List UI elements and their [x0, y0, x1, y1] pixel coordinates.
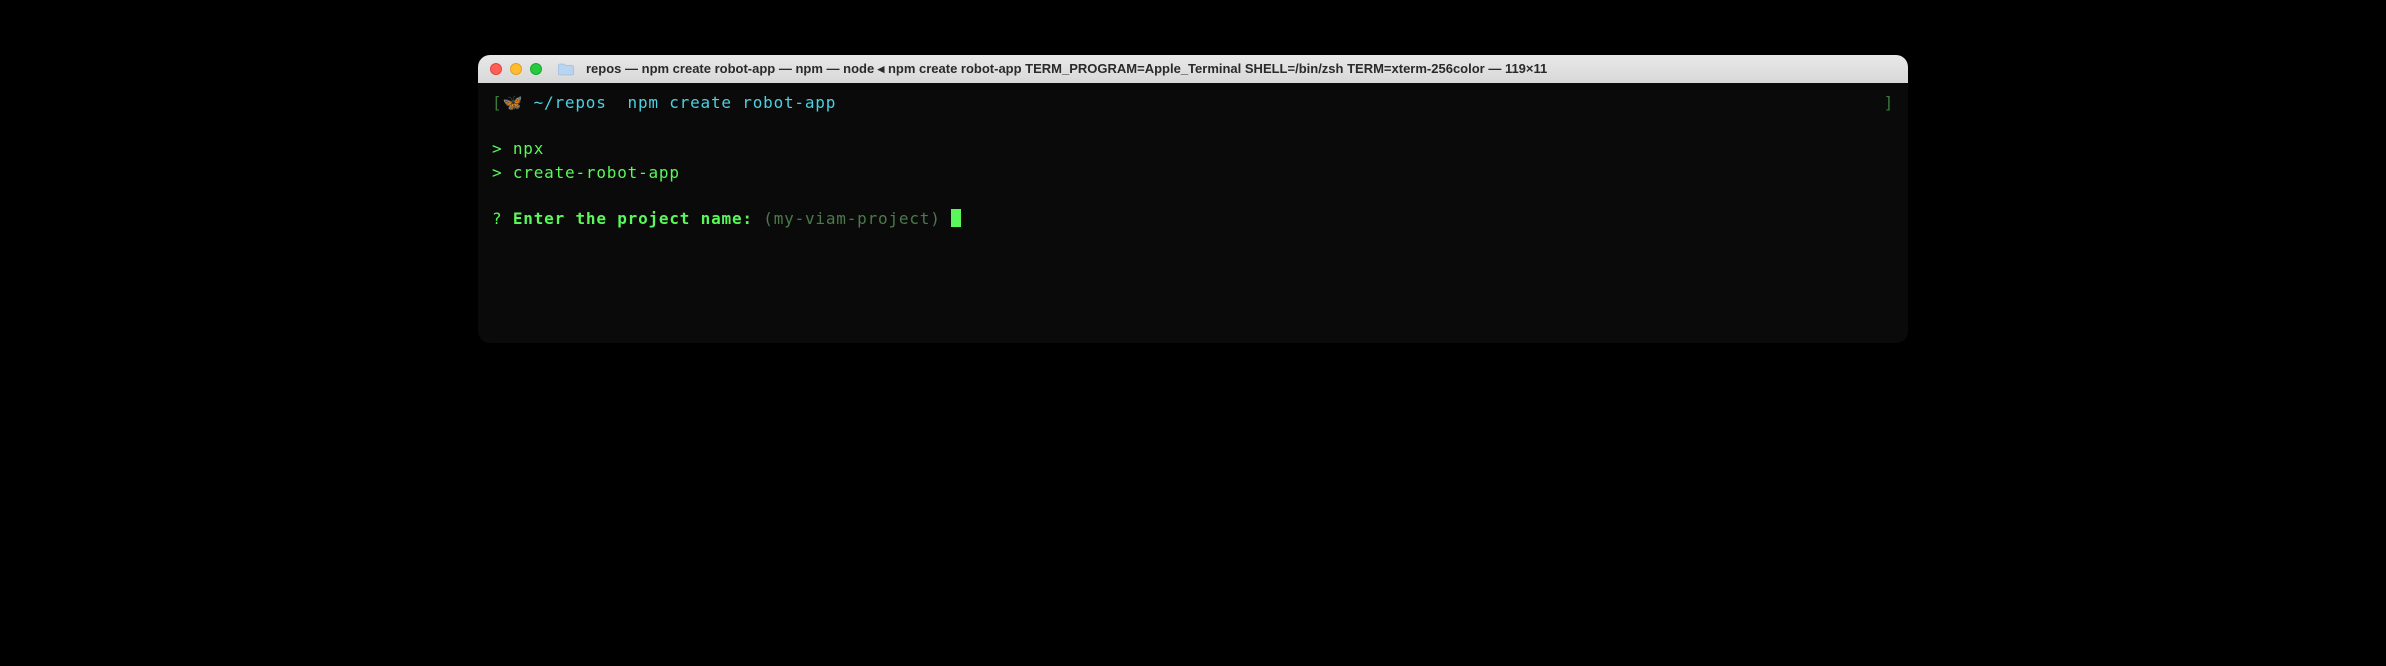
question-text: Enter the project name: — [502, 209, 763, 228]
close-button[interactable] — [490, 63, 502, 75]
output-line-npx: > npx — [492, 137, 1894, 160]
folder-icon — [558, 63, 574, 76]
output-prefix: > — [492, 163, 513, 182]
blank-line — [492, 114, 1894, 137]
output-text: create-robot-app — [513, 163, 680, 182]
prompt-icon: 🦋 — [502, 93, 523, 112]
maximize-button[interactable] — [530, 63, 542, 75]
question-default: (my-viam-project) — [763, 209, 951, 228]
blank-line — [492, 184, 1894, 207]
output-prefix: > — [492, 139, 513, 158]
question-mark: ? — [492, 209, 502, 228]
minimize-button[interactable] — [510, 63, 522, 75]
right-bracket: ] — [1884, 91, 1894, 114]
output-text: npx — [513, 139, 544, 158]
traffic-lights — [490, 63, 542, 75]
terminal-body[interactable]: [🦋 ~/repos npm create robot-app ] > npx … — [478, 83, 1908, 343]
output-line-create: > create-robot-app — [492, 161, 1894, 184]
left-bracket: [ — [492, 93, 502, 112]
title-bar: repos — npm create robot-app — npm — nod… — [478, 55, 1908, 83]
prompt-command: npm create robot-app — [617, 93, 836, 112]
prompt-path: ~/repos — [523, 93, 617, 112]
cursor[interactable] — [951, 209, 961, 227]
window-title: repos — npm create robot-app — npm — nod… — [586, 61, 1896, 77]
prompt-question-line: ? Enter the project name: (my-viam-proje… — [492, 207, 1894, 230]
terminal-window: repos — npm create robot-app — npm — nod… — [478, 55, 1908, 343]
prompt-line: [🦋 ~/repos npm create robot-app — [492, 91, 1894, 114]
